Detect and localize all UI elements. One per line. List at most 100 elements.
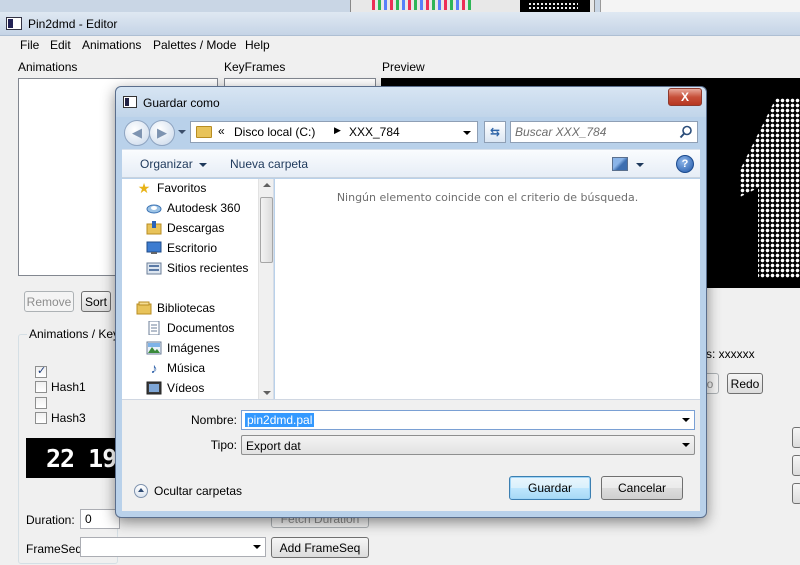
save-options-pane: Nombre: pin2dmd.pal Tipo: Export dat Ocu… (122, 399, 700, 511)
add-frameseq-button[interactable]: Add FrameSeq (271, 537, 369, 558)
file-name-value: pin2dmd.pal (245, 413, 315, 427)
menu-file[interactable]: File (20, 38, 39, 52)
scroll-up-icon[interactable] (263, 183, 271, 187)
nav-item-documentos[interactable]: Documentos (146, 319, 273, 337)
menu-help[interactable]: Help (245, 38, 270, 52)
refresh-icon[interactable]: ⇆ (484, 121, 506, 143)
menu-edit[interactable]: Edit (50, 38, 71, 52)
hash3-checkbox[interactable] (35, 412, 47, 424)
duration-input[interactable]: 0 (80, 509, 120, 529)
view-options-dropdown[interactable] (636, 163, 644, 167)
folder-icon (196, 126, 212, 138)
frameseq-label: FrameSeq (26, 542, 83, 556)
background-window (600, 0, 800, 12)
menubar: File Edit Animations Palettes / Mode Hel… (0, 36, 800, 55)
search-icon[interactable] (679, 125, 693, 139)
nav-item-sitios-recientes[interactable]: Sitios recientes (146, 259, 273, 277)
cloud-icon (146, 201, 162, 215)
address-overflow-chevron[interactable]: « (218, 124, 225, 138)
address-segment-folder[interactable]: XXX_784 (349, 125, 400, 139)
dialog-titlebar: Guardar como X (116, 87, 706, 117)
palette-swatches (372, 0, 472, 10)
chevron-right-icon[interactable]: ▶ (334, 125, 341, 136)
scroll-down-icon[interactable] (263, 391, 271, 395)
nav-item-bibliotecas[interactable]: Bibliotecas (136, 299, 272, 317)
sort-button[interactable]: Sort (81, 291, 111, 312)
nav-item-autodesk-360[interactable]: Autodesk 360 (146, 199, 273, 217)
background-dmd-preview (520, 0, 590, 12)
nav-item-label: Vídeos (167, 381, 205, 395)
editor-titlebar: Pin2dmd - Editor (0, 12, 800, 36)
chevron-down-icon (682, 443, 690, 447)
nav-item-musica[interactable]: ♪ Música (146, 359, 273, 377)
recent-pages-dropdown[interactable] (178, 130, 186, 134)
organize-menu[interactable]: Organizar (140, 157, 207, 171)
animations-label: Animations (18, 60, 78, 74)
app-icon (6, 17, 22, 30)
change-view-icon[interactable] (612, 157, 628, 171)
close-button[interactable]: X (668, 88, 702, 106)
file-type-select[interactable]: Export dat (241, 435, 695, 455)
nav-pane-scrollbar[interactable] (258, 179, 273, 399)
save-button[interactable]: Guardar (509, 476, 591, 500)
hash3-label: Hash3 (51, 411, 86, 425)
recent-places-icon (146, 261, 162, 275)
address-bar[interactable]: « Disco local (C:) ▶ XXX_784 (190, 121, 478, 143)
downloads-folder-icon (146, 221, 162, 235)
nav-item-label: Sitios recientes (167, 261, 249, 275)
nav-item-label: Escritorio (167, 241, 218, 255)
nav-item-imagenes[interactable]: Imágenes (146, 339, 273, 357)
music-icon: ♪ (150, 360, 158, 376)
videos-icon (146, 381, 162, 395)
menu-palettes-mode[interactable]: Palettes / Mode (153, 38, 236, 52)
address-segment-drive[interactable]: Disco local (C:) (234, 125, 315, 139)
nav-item-descargas[interactable]: Descargas (146, 219, 273, 237)
frameseq-combo[interactable] (80, 537, 266, 557)
chevron-down-icon[interactable] (682, 418, 690, 422)
file-type-value: Export dat (246, 439, 301, 453)
desktop-icon (146, 241, 162, 255)
nav-item-videos[interactable]: Vídeos (146, 379, 273, 397)
side-button-3[interactable] (792, 483, 800, 504)
hide-folders-toggle[interactable]: Ocultar carpetas (134, 483, 242, 499)
hash2-checkbox[interactable] (35, 397, 47, 409)
forward-arrow-icon[interactable]: ▶ (149, 120, 175, 146)
dialog-title: Guardar como (143, 96, 220, 110)
side-button-1[interactable] (792, 427, 800, 448)
dialog-toolbar: Organizar Nueva carpeta ? (122, 149, 700, 178)
nav-item-label: Imágenes (167, 341, 220, 355)
organize-label: Organizar (140, 157, 193, 171)
documents-icon (146, 321, 162, 335)
file-name-input[interactable]: pin2dmd.pal (241, 410, 695, 430)
nav-item-label: Autodesk 360 (167, 201, 241, 215)
search-box[interactable] (510, 121, 698, 143)
back-arrow-icon[interactable]: ◀ (124, 120, 150, 146)
hash1-checkbox[interactable] (35, 381, 47, 393)
nav-item-label: Descargas (167, 221, 225, 235)
type-label: Tipo: (210, 438, 237, 452)
star-icon: ★ (137, 179, 151, 196)
collapse-up-icon (134, 484, 148, 498)
navigation-pane: ★ Favoritos Autodesk 360 Descargas Escrit… (122, 179, 274, 399)
file-list-area[interactable]: Ningún elemento coincide con el criterio… (275, 179, 700, 399)
nav-item-escritorio[interactable]: Escritorio (146, 239, 273, 257)
cancel-button[interactable]: Cancelar (601, 476, 683, 500)
remove-button[interactable]: Remove (24, 291, 74, 312)
nav-item-label: Música (167, 361, 206, 375)
menu-animations[interactable]: Animations (82, 38, 141, 52)
help-icon[interactable]: ? (676, 155, 694, 173)
chevron-down-icon[interactable] (463, 131, 471, 135)
side-button-2[interactable] (792, 455, 800, 476)
chevron-down-icon (253, 545, 261, 549)
empty-results-message: Ningún elemento coincide con el criterio… (336, 191, 639, 204)
navigation-bar: ◀ ▶ « Disco local (C:) ▶ XXX_784 ⇆ (122, 117, 700, 147)
redo-button[interactable]: Redo (727, 373, 763, 394)
hide-folders-label: Ocultar carpetas (154, 484, 243, 498)
hash0-checkbox[interactable] (35, 364, 47, 378)
nav-item-favoritos[interactable]: ★ Favoritos (136, 179, 272, 197)
status-text: s: xxxxxx (706, 347, 755, 361)
search-input[interactable] (515, 124, 675, 140)
new-folder-button[interactable]: Nueva carpeta (230, 157, 308, 171)
scrollbar-thumb[interactable] (260, 197, 273, 263)
pictures-icon (146, 341, 162, 355)
